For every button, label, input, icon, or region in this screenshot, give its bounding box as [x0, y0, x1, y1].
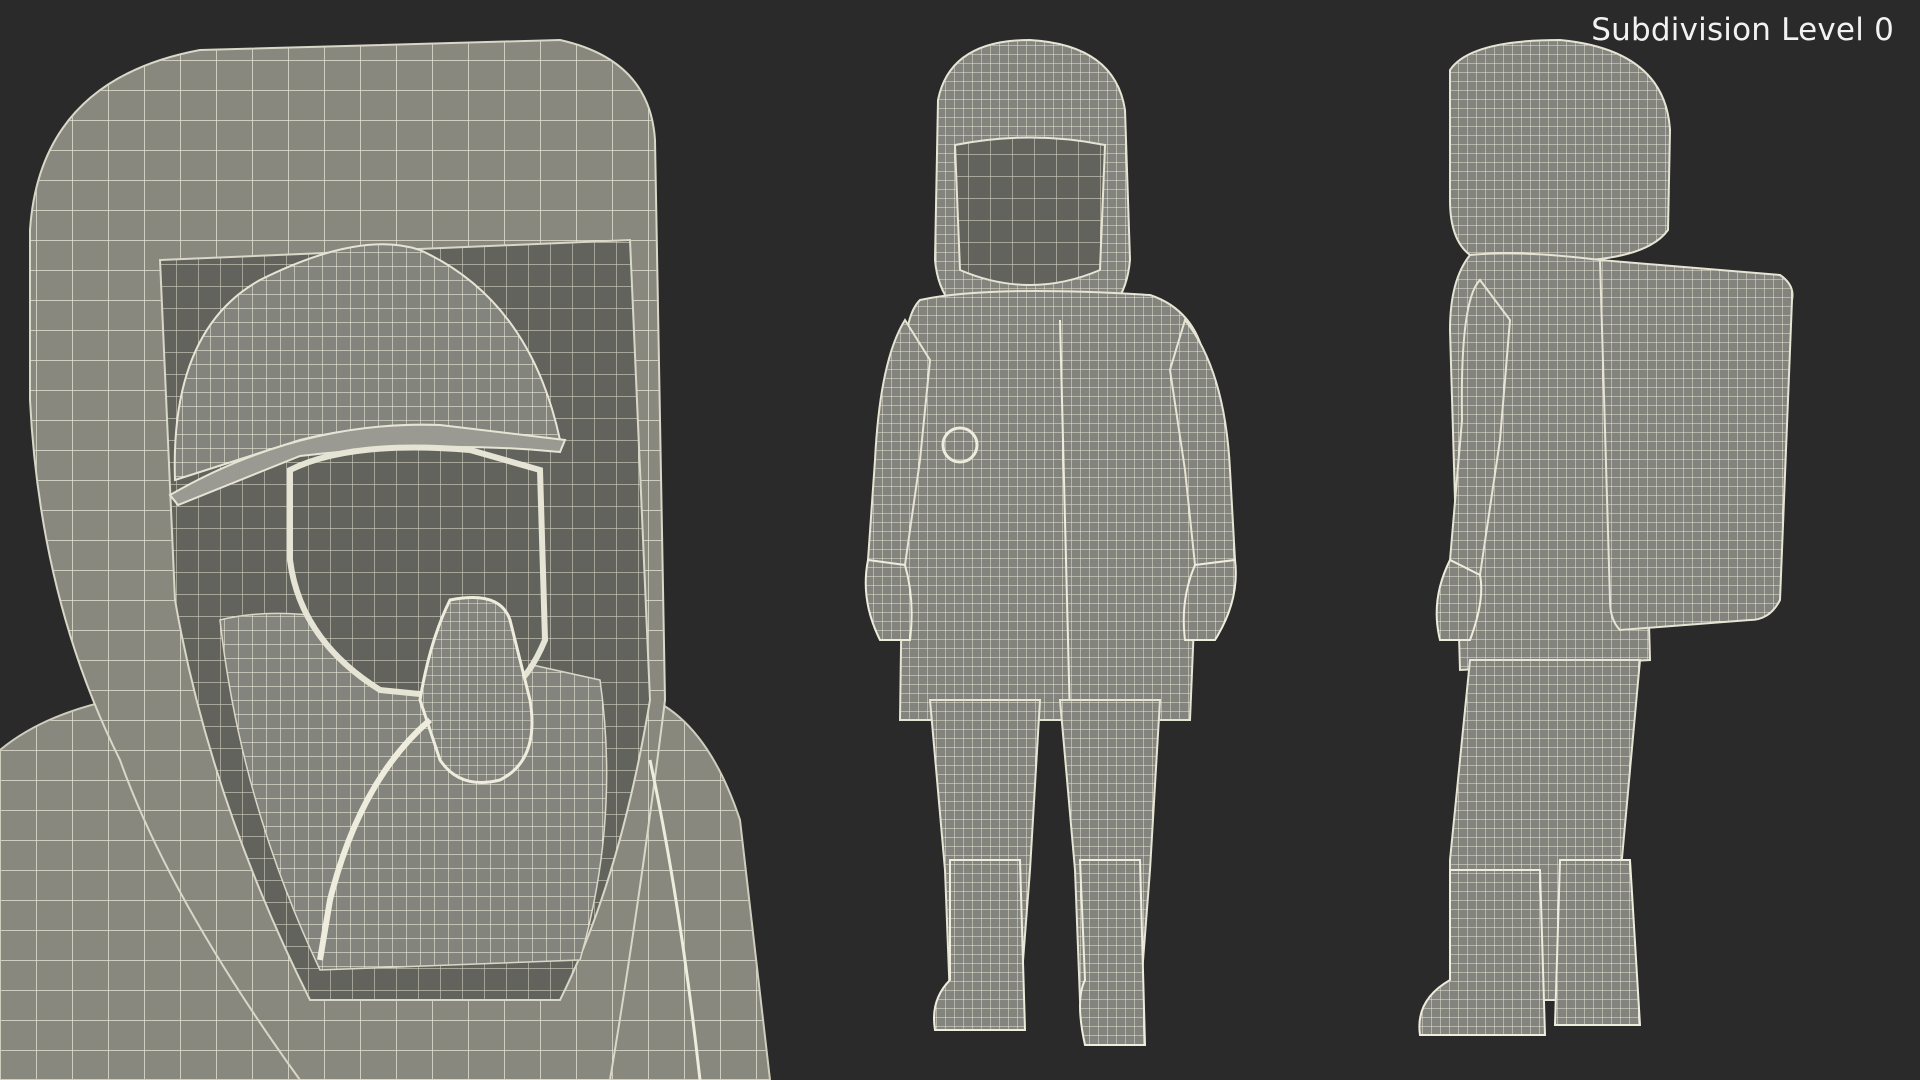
front-visor	[953, 136, 1107, 286]
side-glove	[1435, 558, 1483, 641]
side-backpack	[1598, 258, 1794, 632]
side-back-boot	[1553, 859, 1642, 1026]
closeup-head-view	[0, 38, 772, 1080]
subdivision-level-label: Subdivision Level 0	[1591, 12, 1894, 48]
viewport: Subdivision Level 0	[0, 0, 1920, 1080]
front-left-glove	[864, 558, 913, 641]
side-full-body-view	[1418, 38, 1794, 1036]
front-right-boot	[1078, 859, 1147, 1046]
front-torso	[898, 290, 1207, 721]
front-full-body-view	[864, 38, 1237, 1046]
front-chest-valve	[941, 426, 979, 464]
render-canvas	[0, 38, 1794, 1080]
side-front-boot	[1418, 869, 1547, 1036]
side-hood	[1449, 38, 1672, 262]
front-right-glove	[1182, 558, 1237, 641]
